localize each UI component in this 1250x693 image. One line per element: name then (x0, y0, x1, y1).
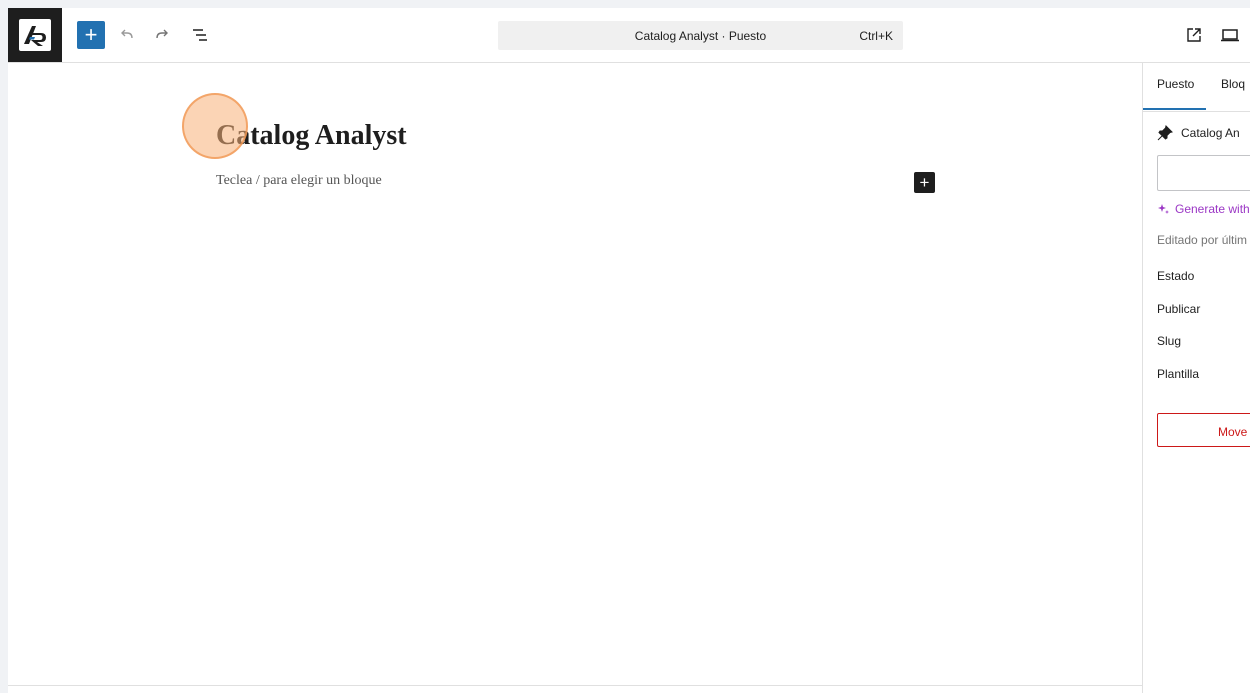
pin-icon (1157, 125, 1173, 141)
redo-button[interactable] (148, 21, 176, 49)
redo-icon (156, 29, 168, 39)
active-tab-indicator (1143, 108, 1206, 110)
editor-window: + Catalog Analyst · Puesto Ctrl+K Catalo… (8, 8, 1250, 693)
generate-with-ai-link[interactable]: Generate with (1157, 202, 1250, 216)
settings-sidebar: Puesto Bloq Catalog An Generate with Edi… (1142, 63, 1250, 693)
logo-icon (19, 19, 51, 51)
list-view-icon (193, 29, 207, 41)
external-link-icon (1187, 28, 1201, 42)
excerpt-field[interactable] (1157, 155, 1250, 191)
undo-icon (121, 29, 133, 39)
last-edited-text: Editado por últim (1157, 233, 1248, 247)
move-to-trash-button[interactable]: Move (1157, 413, 1250, 447)
desktop-icon (1221, 29, 1239, 42)
undo-button[interactable] (113, 21, 141, 49)
editor-canvas[interactable]: Catalog Analyst Teclea / para elegir un … (8, 63, 1142, 685)
post-summary-header: Catalog An (1157, 125, 1240, 141)
footer-divider (8, 685, 1142, 686)
command-palette-bar[interactable]: Catalog Analyst · Puesto Ctrl+K (498, 21, 903, 50)
device-preview-button[interactable] (1216, 21, 1244, 49)
tab-post[interactable]: Puesto (1157, 77, 1194, 91)
view-post-button[interactable] (1180, 21, 1208, 49)
generate-label: Generate with (1175, 202, 1250, 216)
site-logo[interactable] (8, 8, 62, 62)
slug-row-label: Slug (1157, 334, 1182, 348)
plus-icon: + (919, 173, 930, 192)
trash-button-label: Move (1218, 425, 1248, 439)
inline-inserter-button[interactable]: + (914, 172, 935, 193)
sparkle-icon (1158, 204, 1169, 214)
sidebar-tabs: Puesto Bloq (1143, 63, 1250, 112)
keyboard-shortcut: Ctrl+K (859, 29, 893, 43)
block-inserter-button[interactable]: + (77, 21, 105, 49)
tab-block[interactable]: Bloq (1221, 77, 1245, 91)
top-toolbar: + Catalog Analyst · Puesto Ctrl+K (8, 8, 1250, 63)
template-row-label: Plantilla (1157, 367, 1200, 381)
document-title: Catalog Analyst · Puesto (634, 29, 767, 43)
block-placeholder[interactable]: Teclea / para elegir un bloque (216, 173, 382, 189)
status-row-label: Estado (1157, 269, 1195, 283)
publish-row-label: Publicar (1157, 302, 1201, 316)
list-view-button[interactable] (186, 21, 214, 49)
post-name: Catalog An (1181, 126, 1240, 140)
click-indicator (182, 93, 248, 159)
plus-icon: + (84, 22, 98, 47)
